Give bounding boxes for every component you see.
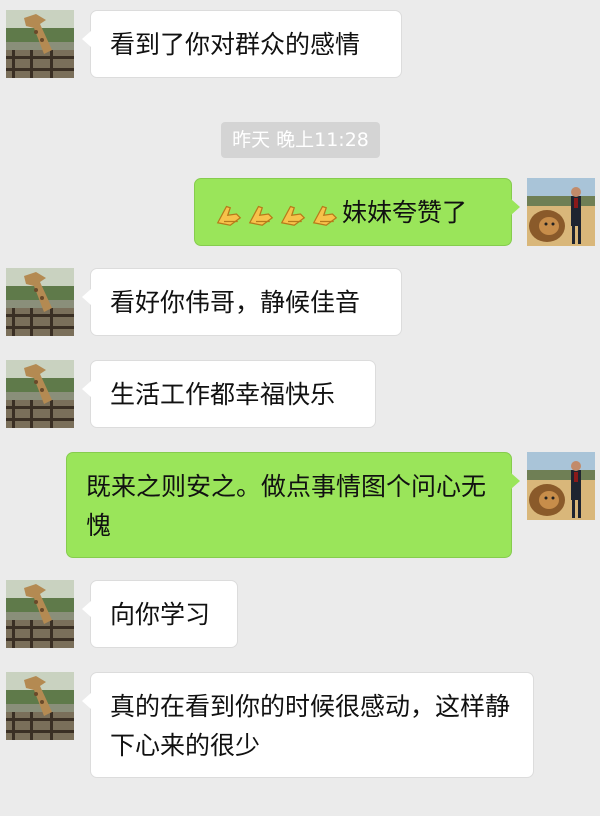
message-bubble[interactable]: 真的在看到你的时候很感动，这样静下心来的很少 — [82, 672, 534, 778]
man-with-lion-avatar[interactable] — [527, 178, 595, 246]
giraffe-avatar[interactable] — [6, 268, 74, 336]
message-bubble[interactable]: 向你学习 — [82, 580, 238, 648]
giraffe-avatar[interactable] — [6, 672, 74, 740]
man-with-lion-avatar[interactable] — [527, 452, 595, 520]
message-text: 向你学习 — [110, 600, 211, 629]
pinched-fingers-icon — [313, 205, 337, 226]
message-bubble[interactable]: 生活工作都幸福快乐 — [82, 360, 376, 428]
message-bubble-own[interactable]: 妹妹夸赞了 — [194, 178, 520, 246]
message-text: 真的在看到你的时候很感动，这样静下心来的很少 — [110, 692, 511, 760]
message-text: 看好你伟哥，静候佳音 — [110, 288, 361, 317]
message-bubble[interactable]: 看好你伟哥，静候佳音 — [82, 268, 402, 336]
message-text: 看到了你对群众的感情 — [110, 30, 361, 59]
pinched-fingers-icon — [281, 205, 305, 226]
giraffe-avatar[interactable] — [6, 360, 74, 428]
message-text: 既来之则安之。做点事情图个问心无愧 — [86, 472, 487, 540]
message-bubble[interactable]: 看到了你对群众的感情 — [82, 10, 402, 78]
message-bubble-own[interactable]: 既来之则安之。做点事情图个问心无愧 — [66, 452, 520, 558]
giraffe-avatar[interactable] — [6, 580, 74, 648]
pinched-fingers-icon — [249, 205, 273, 226]
timestamp: 昨天 晚上11:28 — [221, 122, 380, 158]
message-text: 生活工作都幸福快乐 — [110, 380, 336, 409]
message-text: 妹妹夸赞了 — [342, 198, 468, 227]
pinched-fingers-icon — [217, 205, 241, 226]
giraffe-avatar[interactable] — [6, 10, 74, 78]
pinched-fingers-emoji-row — [214, 199, 340, 229]
